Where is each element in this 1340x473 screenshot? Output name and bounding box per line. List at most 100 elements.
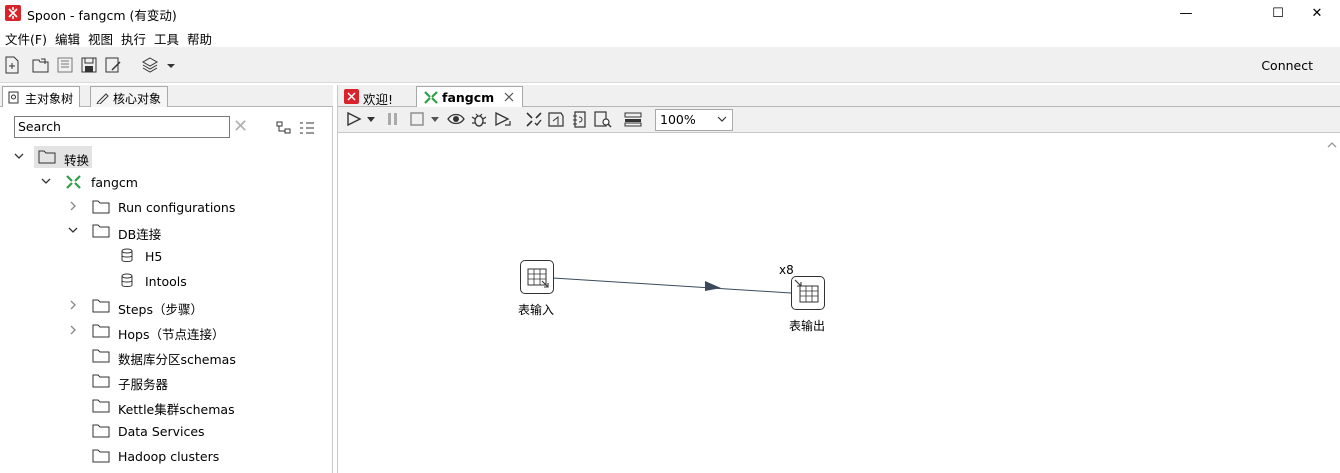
show-results-icon[interactable] [624, 111, 642, 128]
step-table-output[interactable] [791, 276, 825, 310]
search-input[interactable]: Search [14, 116, 230, 138]
left-panel: 主对象树 核心对象 Search ✕ 转换 fangcm Run configu… [0, 85, 333, 473]
minimize-button[interactable]: — [1163, 0, 1209, 26]
tree-item-steps[interactable]: Steps（步骤） [0, 294, 333, 318]
menu-file[interactable]: 文件(F) [4, 27, 54, 47]
tree-item-label: 转换 [64, 153, 90, 168]
tab-core-objects[interactable]: 核心对象 [90, 86, 169, 107]
folder-icon [92, 299, 110, 313]
debug-bug-icon[interactable] [470, 111, 488, 128]
editor-panel: 欢迎! fangcm 100% 表输入 x8 表输出 [337, 85, 1340, 473]
explore-db-icon[interactable] [594, 111, 612, 128]
analyze-impact-icon[interactable] [548, 111, 566, 128]
chevron-right-icon[interactable] [68, 325, 78, 335]
editor-tab-bar: 欢迎! fangcm [338, 85, 1340, 107]
open-file-icon[interactable] [32, 56, 50, 74]
menu-run[interactable]: 执行 [120, 27, 153, 47]
tree-item-intools[interactable]: Intools [0, 269, 333, 293]
layers-dropdown-icon[interactable] [166, 56, 176, 74]
scroll-up-icon[interactable] [1326, 139, 1338, 151]
folder-icon [38, 150, 56, 164]
tree-item-h5[interactable]: H5 [0, 244, 333, 268]
close-tab-icon[interactable] [504, 92, 514, 102]
close-button[interactable]: ✕ [1294, 0, 1340, 26]
clear-search-icon[interactable]: ✕ [233, 116, 248, 137]
verify-icon[interactable] [525, 111, 543, 128]
tree-item-label: Run configurations [118, 200, 236, 215]
folder-icon [92, 200, 110, 214]
tree-item-partition-schemas[interactable]: 数据库分区schemas [0, 344, 333, 368]
tab-label: 核心对象 [113, 92, 162, 106]
tab-label: 主对象树 [25, 92, 74, 106]
explore-repo-icon[interactable] [56, 56, 74, 74]
left-tab-bar: 主对象树 核心对象 [0, 85, 333, 107]
tree-item-hops[interactable]: Hops（节点连接） [0, 319, 333, 343]
folder-icon [92, 349, 110, 363]
save-as-icon[interactable] [104, 56, 122, 74]
tree-item-fangcm[interactable]: fangcm [0, 170, 333, 194]
tree-item-run-configurations[interactable]: Run configurations [0, 195, 333, 219]
hop-line[interactable] [552, 277, 792, 294]
replay-icon[interactable] [494, 111, 512, 128]
canvas-toolbar: 100% [338, 107, 1340, 133]
chevron-down-icon[interactable] [68, 225, 78, 235]
tree-item-label: Kettle集群schemas [118, 402, 235, 417]
new-file-icon[interactable] [3, 56, 21, 74]
tab-main-object-tree[interactable]: 主对象树 [2, 86, 81, 107]
tab-welcome[interactable]: 欢迎! [338, 86, 399, 107]
folder-icon [92, 424, 110, 438]
title-bar: Spoon - fangcm (有变动) — ☐ ✕ [0, 0, 1340, 26]
tree-item-data-services[interactable]: Data Services [0, 419, 333, 443]
table-input-icon [527, 268, 549, 288]
menu-view[interactable]: 视图 [87, 27, 120, 47]
tree-item-hadoop-clusters[interactable]: Hadoop clusters [0, 444, 333, 468]
tree-item-label: DB连接 [118, 227, 162, 242]
tree-item-cluster-schemas[interactable]: Kettle集群schemas [0, 394, 333, 418]
hop-arrow-icon [705, 281, 721, 291]
stop-icon[interactable] [409, 111, 425, 127]
menu-edit[interactable]: 编辑 [54, 27, 87, 47]
spoon-app-icon [5, 5, 21, 21]
step-copies-badge: x8 [779, 263, 794, 277]
preview-eye-icon[interactable] [447, 111, 465, 127]
menu-bar: 文件(F) 编辑 视图 执行 工具 帮助 [0, 27, 1340, 47]
tab-label: 欢迎! [363, 92, 394, 107]
tab-fangcm[interactable]: fangcm [416, 86, 524, 107]
step-table-input[interactable] [520, 260, 554, 294]
document-search-icon [8, 91, 19, 104]
run-icon[interactable] [346, 111, 362, 127]
tree-item-transformations[interactable]: 转换 [0, 145, 333, 169]
database-icon [121, 248, 133, 262]
layers-icon[interactable] [141, 56, 159, 74]
chevron-right-icon[interactable] [68, 300, 78, 310]
chevron-down-icon[interactable] [41, 176, 51, 186]
main-toolbar: Connect [0, 47, 1340, 83]
sql-icon[interactable] [571, 111, 589, 128]
database-icon [121, 273, 133, 287]
folder-icon [92, 374, 110, 388]
chevron-right-icon[interactable] [68, 201, 78, 211]
step-label: 表输入 [518, 303, 555, 317]
connect-button[interactable]: Connect [1261, 58, 1313, 73]
tree-item-db-connections[interactable]: DB连接 [0, 219, 333, 243]
run-dropdown-icon[interactable] [367, 117, 375, 123]
pencil-icon [96, 93, 109, 104]
folder-icon [92, 324, 110, 338]
hop-layer [552, 277, 792, 294]
chevron-down-icon[interactable] [14, 151, 24, 161]
menu-help[interactable]: 帮助 [186, 27, 219, 47]
save-icon[interactable] [80, 56, 98, 74]
zoom-select[interactable]: 100% [655, 109, 733, 131]
transformation-canvas[interactable]: 表输入 x8 表输出 [342, 133, 1322, 473]
collapse-tree-icon[interactable] [276, 121, 292, 135]
transformation-icon [66, 175, 81, 189]
spoon-icon [344, 89, 359, 104]
expand-tree-icon[interactable] [299, 121, 315, 135]
pause-icon[interactable] [386, 111, 400, 127]
tree-item-label: Intools [145, 274, 187, 289]
tree-item-slave-servers[interactable]: 子服务器 [0, 369, 333, 393]
menu-tools[interactable]: 工具 [153, 27, 186, 47]
folder-icon [92, 224, 110, 238]
stop-dropdown-icon[interactable] [431, 117, 439, 123]
folder-icon [92, 449, 110, 463]
